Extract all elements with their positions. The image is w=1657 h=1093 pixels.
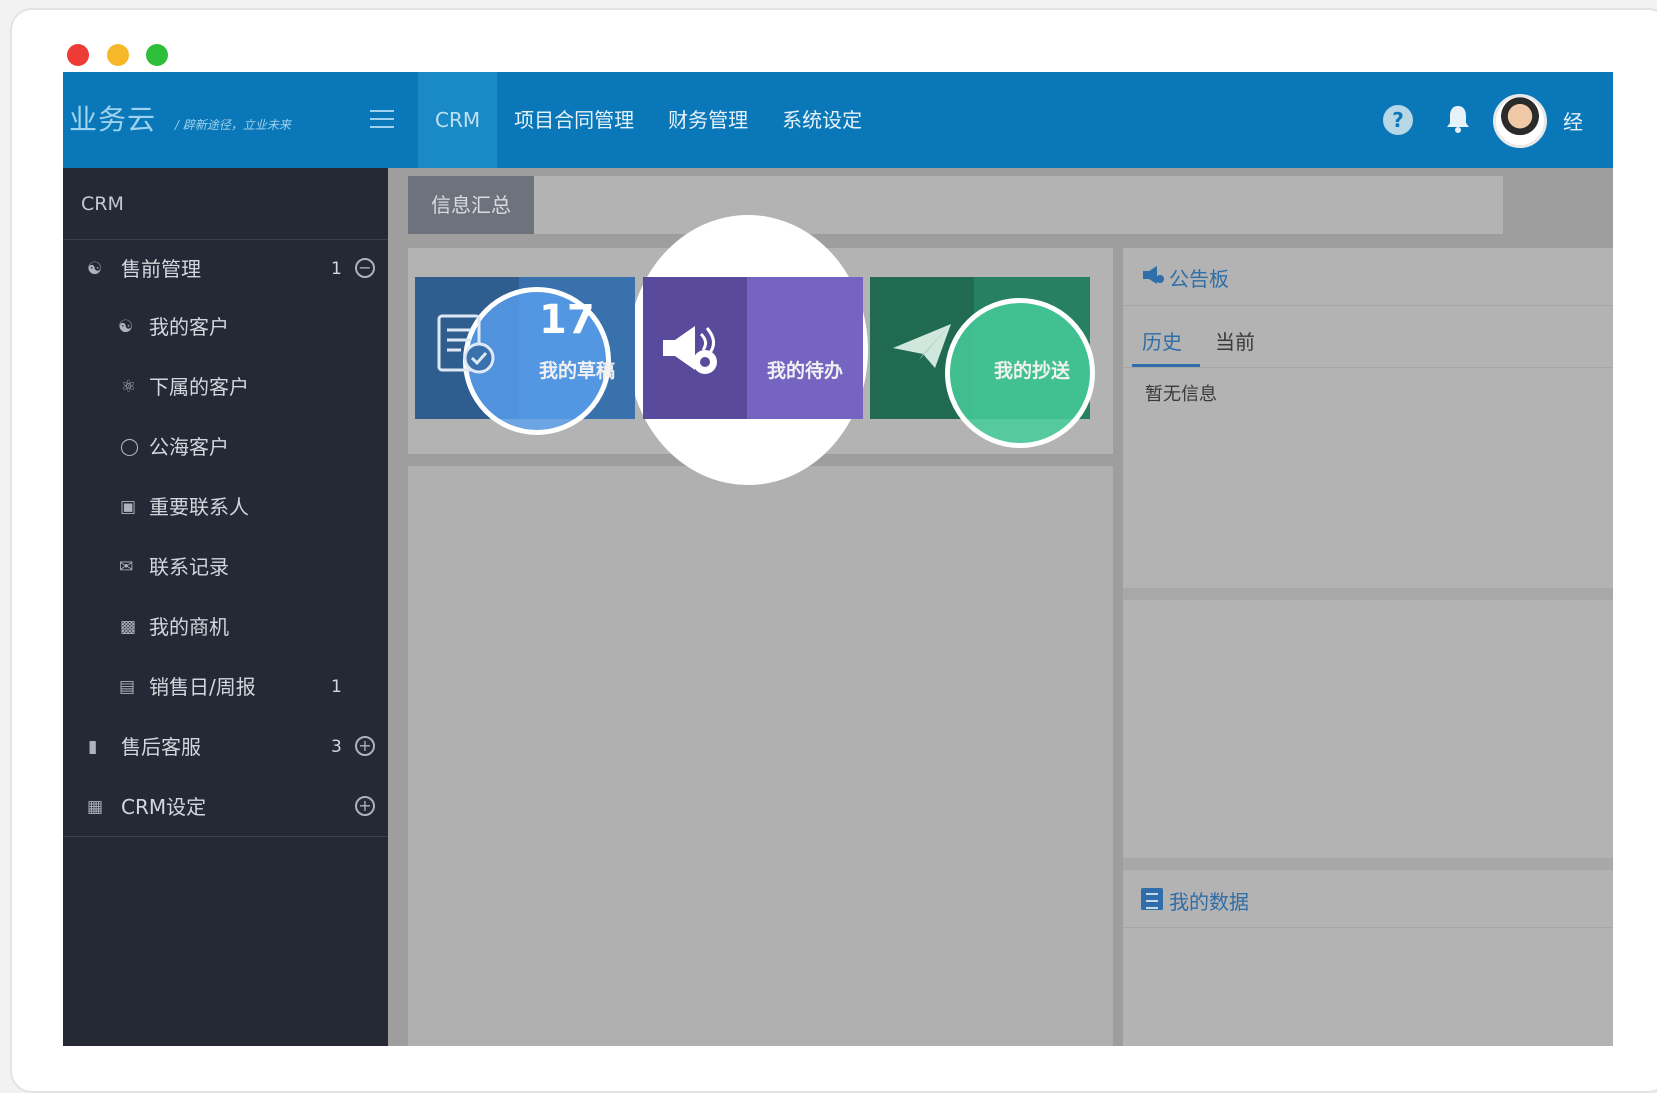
notice-board-title: 公告板 bbox=[1169, 267, 1229, 291]
user-name[interactable]: 经 bbox=[1563, 106, 1583, 135]
sidebar-group-label: 售前管理 bbox=[121, 257, 201, 281]
expand-icon[interactable]: + bbox=[355, 796, 375, 816]
clipboard-icon: ▩ bbox=[120, 617, 137, 637]
active-tab-indicator bbox=[1132, 364, 1200, 367]
sidebar-group-count: 3 bbox=[331, 737, 342, 757]
my-data-panel: 我的数据 bbox=[1123, 870, 1613, 1046]
book-icon: ▮ bbox=[88, 737, 98, 757]
user-tree-icon: ⚛ bbox=[121, 377, 137, 397]
tab-current[interactable]: 当前 bbox=[1215, 326, 1255, 355]
tile-label: 我的抄送 bbox=[994, 360, 1071, 382]
widget-panel bbox=[1123, 600, 1613, 858]
maximize-window-dot[interactable] bbox=[146, 44, 168, 66]
sidebar-item-key-contacts[interactable]: ▣ 重要联系人 bbox=[63, 478, 388, 536]
sidebar-group-label: CRM设定 bbox=[121, 795, 207, 819]
sidebar-item-sales-reports[interactable]: ▤ 销售日/周报 1 bbox=[63, 658, 388, 716]
tile-count: 17 bbox=[539, 297, 595, 343]
nav-item-crm[interactable]: CRM bbox=[418, 72, 498, 168]
grid-icon: ▦ bbox=[87, 797, 104, 817]
document-check-icon bbox=[437, 314, 495, 374]
notice-board-tabs: 历史 当前 bbox=[1123, 306, 1613, 368]
team-icon: ☯ bbox=[87, 259, 103, 279]
tab-info-summary[interactable]: 信息汇总 bbox=[408, 176, 534, 234]
collapse-icon[interactable]: − bbox=[355, 258, 375, 278]
chart-icon: ▤ bbox=[119, 677, 136, 697]
app-frame: 业务云 / 辟新途径，立业未来 CRM 项目合同管理 财务管理 系统设定 ? 经… bbox=[63, 72, 1613, 1046]
shield-icon: ◯ bbox=[120, 437, 140, 457]
brand-logo[interactable]: 业务云 bbox=[69, 98, 156, 138]
megaphone-icon bbox=[1143, 266, 1164, 284]
sidebar-item-label: 公海客户 bbox=[149, 435, 229, 459]
sidebar-title: CRM bbox=[63, 168, 388, 240]
sidebar-group-label: 售后客服 bbox=[121, 735, 201, 759]
sidebar-group-aftersales[interactable]: ▮ 售后客服 3 + bbox=[63, 718, 388, 776]
sidebar-item-subordinate-customers[interactable]: ⚛ 下属的客户 bbox=[63, 358, 388, 416]
sidebar-item-contact-records[interactable]: ✉ 联系记录 bbox=[63, 538, 388, 596]
sidebar-item-label: 联系记录 bbox=[149, 555, 229, 579]
sidebar-item-label: 我的商机 bbox=[149, 615, 229, 639]
nav-item-finance[interactable]: 财务管理 bbox=[651, 72, 765, 168]
sidebar: CRM ☯ 售前管理 1 − ☯ 我的客户 ⚛ 下属的客户 ◯ 公海客户 ▣ 重… bbox=[63, 168, 388, 1046]
team-icon: ☯ bbox=[118, 317, 134, 337]
my-data-title: 我的数据 bbox=[1169, 890, 1249, 914]
sidebar-item-count: 1 bbox=[331, 677, 342, 697]
sidebar-item-label: 重要联系人 bbox=[149, 495, 249, 519]
sidebar-item-my-opportunities[interactable]: ▩ 我的商机 bbox=[63, 598, 388, 656]
notice-board-header: 公告板 bbox=[1123, 248, 1613, 306]
sidebar-group-count: 1 bbox=[331, 259, 342, 279]
brand-slogan: / 辟新途径，立业未来 bbox=[175, 118, 291, 132]
sidebar-item-label: 销售日/周报 bbox=[149, 675, 256, 699]
contact-card-icon: ▣ bbox=[120, 497, 137, 517]
expand-icon[interactable]: + bbox=[355, 736, 375, 756]
mail-icon: ✉ bbox=[119, 557, 134, 577]
user-avatar[interactable] bbox=[1493, 94, 1547, 148]
right-column: 公告板 历史 当前 暂无信息 我的数据 bbox=[1123, 248, 1613, 1046]
nav-item-system-settings[interactable]: 系统设定 bbox=[765, 72, 879, 168]
sidebar-item-label: 我的客户 bbox=[149, 315, 229, 339]
sidebar-item-my-customers[interactable]: ☯ 我的客户 bbox=[63, 298, 388, 356]
main-nav: CRM 项目合同管理 财务管理 系统设定 bbox=[418, 72, 879, 168]
sidebar-item-label: 下属的客户 bbox=[149, 375, 249, 399]
megaphone-gear-icon bbox=[663, 326, 717, 374]
hamburger-icon[interactable] bbox=[370, 110, 394, 130]
main-content-panel bbox=[408, 466, 1113, 1046]
list-icon bbox=[1141, 888, 1163, 910]
sidebar-group-presales[interactable]: ☯ 售前管理 1 − bbox=[63, 240, 388, 298]
notice-board-panel: 公告板 历史 当前 暂无信息 bbox=[1123, 248, 1613, 588]
sidebar-divider bbox=[63, 836, 388, 837]
tile-label: 我的草稿 bbox=[539, 360, 616, 382]
sidebar-item-public-customers[interactable]: ◯ 公海客户 bbox=[63, 418, 388, 476]
tab-history[interactable]: 历史 bbox=[1142, 326, 1182, 355]
paper-plane-icon bbox=[893, 324, 951, 368]
minimize-window-dot[interactable] bbox=[107, 44, 129, 66]
empty-state-text: 暂无信息 bbox=[1145, 384, 1217, 405]
close-window-dot[interactable] bbox=[67, 44, 89, 66]
nav-item-project-contracts[interactable]: 项目合同管理 bbox=[497, 72, 651, 168]
my-data-header: 我的数据 bbox=[1123, 870, 1613, 928]
bell-icon[interactable] bbox=[1443, 103, 1473, 135]
sidebar-group-crm-settings[interactable]: ▦ CRM设定 + bbox=[63, 778, 388, 836]
help-icon[interactable]: ? bbox=[1383, 105, 1413, 135]
tile-label: 我的待办 bbox=[767, 360, 844, 382]
tab-bar: 信息汇总 bbox=[408, 176, 1503, 234]
top-navigation-bar: 业务云 / 辟新途径，立业未来 CRM 项目合同管理 财务管理 系统设定 ? 经 bbox=[63, 72, 1613, 168]
